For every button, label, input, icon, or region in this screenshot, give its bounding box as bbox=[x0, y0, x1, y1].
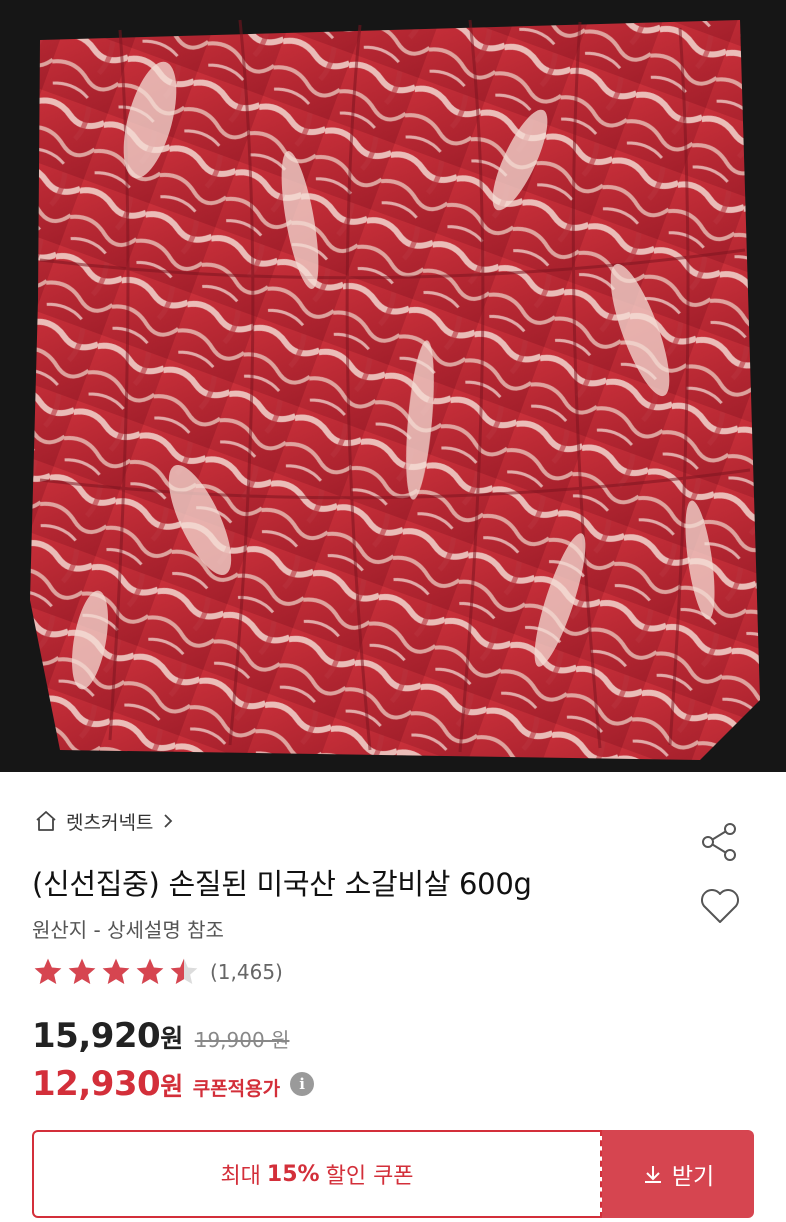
home-icon bbox=[34, 809, 58, 833]
coupon-price-row: 12,930원 쿠폰적용가 i bbox=[32, 1064, 315, 1104]
product-info-panel: 렛츠커넥트 (신선집중) 손질된 미국산 소갈비살 600g 원산지 - 상세설… bbox=[0, 772, 786, 1222]
coupon-download-label: 받기 bbox=[671, 1164, 715, 1190]
sale-price-unit: 원 bbox=[160, 1024, 183, 1053]
chevron-right-icon bbox=[161, 811, 175, 831]
product-image[interactable] bbox=[0, 0, 786, 772]
store-link[interactable]: 렛츠커넥트 bbox=[34, 806, 175, 836]
coupon-percent: 15% bbox=[266, 1161, 320, 1187]
coupon-prefix: 최대 bbox=[220, 1164, 261, 1189]
coupon-download-button[interactable]: 받기 bbox=[602, 1130, 754, 1218]
sale-price: 15,920원 bbox=[32, 1016, 183, 1056]
store-name: 렛츠커넥트 bbox=[66, 811, 154, 834]
coupon-price-unit: 원 bbox=[160, 1072, 183, 1101]
sale-price-value: 15,920 bbox=[32, 1016, 161, 1056]
coupon-price-value: 12,930 bbox=[32, 1064, 161, 1104]
star-icon bbox=[68, 958, 96, 984]
info-icon[interactable]: i bbox=[290, 1072, 315, 1096]
star-icon bbox=[136, 958, 164, 984]
rating-stars bbox=[32, 956, 200, 988]
star-icon bbox=[34, 958, 62, 984]
download-icon bbox=[642, 1163, 664, 1185]
beef-rib-meat-photo bbox=[0, 0, 786, 772]
coupon-banner: 최대 15% 할인 쿠폰 받기 bbox=[32, 1130, 754, 1218]
star-icon bbox=[170, 958, 198, 984]
coupon-price-label: 쿠폰적용가 bbox=[192, 1078, 281, 1100]
price-row: 15,920원 19,900 원 bbox=[32, 1016, 289, 1056]
star-icon bbox=[102, 958, 130, 984]
coupon-suffix: 할인 쿠폰 bbox=[325, 1164, 414, 1189]
share-icon[interactable] bbox=[698, 820, 742, 864]
product-title: (신선집중) 손질된 미국산 소갈비살 600g bbox=[32, 867, 532, 901]
coupon-price: 12,930원 bbox=[32, 1064, 183, 1104]
heart-icon[interactable] bbox=[698, 884, 742, 928]
rating-row[interactable]: (1,465) bbox=[32, 956, 283, 988]
coupon-description[interactable]: 최대 15% 할인 쿠폰 bbox=[32, 1130, 602, 1218]
product-origin: 원산지 - 상세설명 참조 bbox=[32, 918, 224, 942]
review-count: (1,465) bbox=[210, 960, 283, 984]
original-price: 19,900 원 bbox=[194, 1028, 290, 1052]
